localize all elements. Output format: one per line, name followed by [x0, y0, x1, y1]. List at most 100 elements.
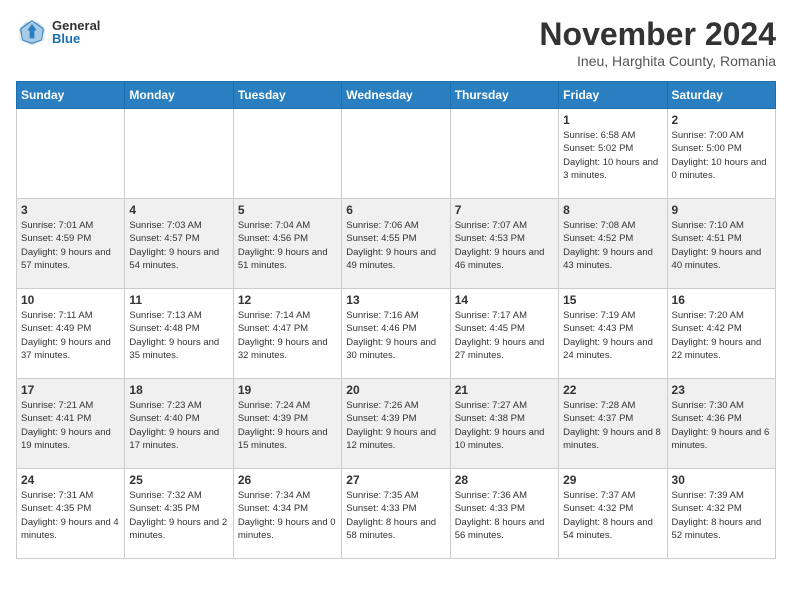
cell-3-4: 21Sunrise: 7:27 AM Sunset: 4:38 PM Dayli…	[450, 379, 558, 469]
week-row-0: 1 Sunrise: 6:58 AM Sunset: 5:02 PM Daylig…	[17, 109, 776, 199]
day-info: Sunrise: 7:08 AM Sunset: 4:52 PM Dayligh…	[563, 219, 662, 272]
day-info: Sunrise: 7:11 AM Sunset: 4:49 PM Dayligh…	[21, 309, 120, 362]
cell-0-6: 2 Sunrise: 7:00 AM Sunset: 5:00 PM Daylig…	[667, 109, 775, 199]
day-info: Sunrise: 7:28 AM Sunset: 4:37 PM Dayligh…	[563, 399, 662, 452]
day-number: 1	[563, 113, 662, 127]
day-info: Sunrise: 7:23 AM Sunset: 4:40 PM Dayligh…	[129, 399, 228, 452]
calendar-header: Sunday Monday Tuesday Wednesday Thursday…	[17, 82, 776, 109]
day-number: 15	[563, 293, 662, 307]
day-number: 5	[238, 203, 337, 217]
header-monday: Monday	[125, 82, 233, 109]
day-info: Sunrise: 7:00 AM Sunset: 5:00 PM Dayligh…	[672, 129, 771, 182]
day-number: 19	[238, 383, 337, 397]
cell-0-0	[17, 109, 125, 199]
day-info: Sunrise: 7:13 AM Sunset: 4:48 PM Dayligh…	[129, 309, 228, 362]
day-info: Sunrise: 7:35 AM Sunset: 4:33 PM Dayligh…	[346, 489, 445, 542]
cell-4-0: 24 Sunrise: 7:31 AM Sunset: 4:35 PM Dayli…	[17, 469, 125, 559]
cell-4-4: 28 Sunrise: 7:36 AM Sunset: 4:33 PM Dayli…	[450, 469, 558, 559]
day-number: 25	[129, 473, 228, 487]
cell-2-4: 14 Sunrise: 7:17 AM Sunset: 4:45 PM Dayli…	[450, 289, 558, 379]
day-number: 9	[672, 203, 771, 217]
cell-0-4	[450, 109, 558, 199]
cell-0-3	[342, 109, 450, 199]
cell-1-5: 8 Sunrise: 7:08 AM Sunset: 4:52 PM Daylig…	[559, 199, 667, 289]
cell-2-3: 13Sunrise: 7:16 AM Sunset: 4:46 PM Dayli…	[342, 289, 450, 379]
day-number: 6	[346, 203, 445, 217]
day-info: Sunrise: 7:26 AM Sunset: 4:39 PM Dayligh…	[346, 399, 445, 452]
calendar-body: 1 Sunrise: 6:58 AM Sunset: 5:02 PM Daylig…	[17, 109, 776, 559]
cell-4-3: 27Sunrise: 7:35 AM Sunset: 4:33 PM Dayli…	[342, 469, 450, 559]
cell-3-3: 20 Sunrise: 7:26 AM Sunset: 4:39 PM Dayli…	[342, 379, 450, 469]
day-number: 14	[455, 293, 554, 307]
day-info: Sunrise: 7:39 AM Sunset: 4:32 PM Dayligh…	[672, 489, 771, 542]
day-number: 7	[455, 203, 554, 217]
cell-0-5: 1 Sunrise: 6:58 AM Sunset: 5:02 PM Daylig…	[559, 109, 667, 199]
day-info: Sunrise: 7:16 AM Sunset: 4:46 PM Dayligh…	[346, 309, 445, 362]
day-info: Sunrise: 7:27 AM Sunset: 4:38 PM Dayligh…	[455, 399, 554, 452]
day-info: Sunrise: 7:01 AM Sunset: 4:59 PM Dayligh…	[21, 219, 120, 272]
cell-4-5: 29Sunrise: 7:37 AM Sunset: 4:32 PM Dayli…	[559, 469, 667, 559]
day-info: Sunrise: 7:17 AM Sunset: 4:45 PM Dayligh…	[455, 309, 554, 362]
header-wednesday: Wednesday	[342, 82, 450, 109]
header-tuesday: Tuesday	[233, 82, 341, 109]
header-friday: Friday	[559, 82, 667, 109]
day-info: Sunrise: 7:07 AM Sunset: 4:53 PM Dayligh…	[455, 219, 554, 272]
week-row-2: 10 Sunrise: 7:11 AM Sunset: 4:49 PM Dayli…	[17, 289, 776, 379]
day-number: 26	[238, 473, 337, 487]
day-info: Sunrise: 7:20 AM Sunset: 4:42 PM Dayligh…	[672, 309, 771, 362]
cell-4-2: 26 Sunrise: 7:34 AM Sunset: 4:34 PM Dayli…	[233, 469, 341, 559]
cell-4-6: 30 Sunrise: 7:39 AM Sunset: 4:32 PM Dayli…	[667, 469, 775, 559]
logo-blue-text: Blue	[52, 32, 100, 45]
day-info: Sunrise: 7:37 AM Sunset: 4:32 PM Dayligh…	[563, 489, 662, 542]
cell-3-6: 23 Sunrise: 7:30 AM Sunset: 4:36 PM Dayli…	[667, 379, 775, 469]
week-row-4: 24 Sunrise: 7:31 AM Sunset: 4:35 PM Dayli…	[17, 469, 776, 559]
day-number: 30	[672, 473, 771, 487]
cell-1-6: 9 Sunrise: 7:10 AM Sunset: 4:51 PM Daylig…	[667, 199, 775, 289]
header-sunday: Sunday	[17, 82, 125, 109]
day-number: 2	[672, 113, 771, 127]
day-info: Sunrise: 7:30 AM Sunset: 4:36 PM Dayligh…	[672, 399, 771, 452]
week-row-1: 3 Sunrise: 7:01 AM Sunset: 4:59 PM Daylig…	[17, 199, 776, 289]
logo-icon	[16, 16, 48, 48]
day-info: Sunrise: 7:10 AM Sunset: 4:51 PM Dayligh…	[672, 219, 771, 272]
day-number: 23	[672, 383, 771, 397]
cell-4-1: 25 Sunrise: 7:32 AM Sunset: 4:35 PM Dayli…	[125, 469, 233, 559]
header-saturday: Saturday	[667, 82, 775, 109]
week-row-3: 17 Sunrise: 7:21 AM Sunset: 4:41 PM Dayli…	[17, 379, 776, 469]
day-number: 20	[346, 383, 445, 397]
day-number: 28	[455, 473, 554, 487]
cell-3-2: 19 Sunrise: 7:24 AM Sunset: 4:39 PM Dayli…	[233, 379, 341, 469]
day-info: Sunrise: 7:19 AM Sunset: 4:43 PM Dayligh…	[563, 309, 662, 362]
cell-1-1: 4Sunrise: 7:03 AM Sunset: 4:57 PM Daylig…	[125, 199, 233, 289]
day-info: Sunrise: 7:21 AM Sunset: 4:41 PM Dayligh…	[21, 399, 120, 452]
day-info: Sunrise: 7:14 AM Sunset: 4:47 PM Dayligh…	[238, 309, 337, 362]
day-number: 3	[21, 203, 120, 217]
logo-text: General Blue	[52, 19, 100, 45]
day-info: Sunrise: 7:36 AM Sunset: 4:33 PM Dayligh…	[455, 489, 554, 542]
day-info: Sunrise: 7:06 AM Sunset: 4:55 PM Dayligh…	[346, 219, 445, 272]
cell-3-0: 17 Sunrise: 7:21 AM Sunset: 4:41 PM Dayli…	[17, 379, 125, 469]
day-info: Sunrise: 6:58 AM Sunset: 5:02 PM Dayligh…	[563, 129, 662, 182]
month-title: November 2024	[539, 16, 776, 53]
day-info: Sunrise: 7:34 AM Sunset: 4:34 PM Dayligh…	[238, 489, 337, 542]
day-number: 8	[563, 203, 662, 217]
cell-0-2	[233, 109, 341, 199]
cell-2-5: 15 Sunrise: 7:19 AM Sunset: 4:43 PM Dayli…	[559, 289, 667, 379]
day-number: 17	[21, 383, 120, 397]
day-number: 22	[563, 383, 662, 397]
cell-2-6: 16 Sunrise: 7:20 AM Sunset: 4:42 PM Dayli…	[667, 289, 775, 379]
day-info: Sunrise: 7:03 AM Sunset: 4:57 PM Dayligh…	[129, 219, 228, 272]
day-info: Sunrise: 7:04 AM Sunset: 4:56 PM Dayligh…	[238, 219, 337, 272]
day-number: 24	[21, 473, 120, 487]
day-number: 18	[129, 383, 228, 397]
cell-2-2: 12Sunrise: 7:14 AM Sunset: 4:47 PM Dayli…	[233, 289, 341, 379]
day-number: 16	[672, 293, 771, 307]
day-info: Sunrise: 7:24 AM Sunset: 4:39 PM Dayligh…	[238, 399, 337, 452]
day-info: Sunrise: 7:31 AM Sunset: 4:35 PM Dayligh…	[21, 489, 120, 542]
day-info: Sunrise: 7:32 AM Sunset: 4:35 PM Dayligh…	[129, 489, 228, 542]
cell-1-4: 7 Sunrise: 7:07 AM Sunset: 4:53 PM Daylig…	[450, 199, 558, 289]
location-subtitle: Ineu, Harghita County, Romania	[539, 53, 776, 69]
day-number: 10	[21, 293, 120, 307]
logo: General Blue	[16, 16, 100, 48]
cell-2-1: 11Sunrise: 7:13 AM Sunset: 4:48 PM Dayli…	[125, 289, 233, 379]
